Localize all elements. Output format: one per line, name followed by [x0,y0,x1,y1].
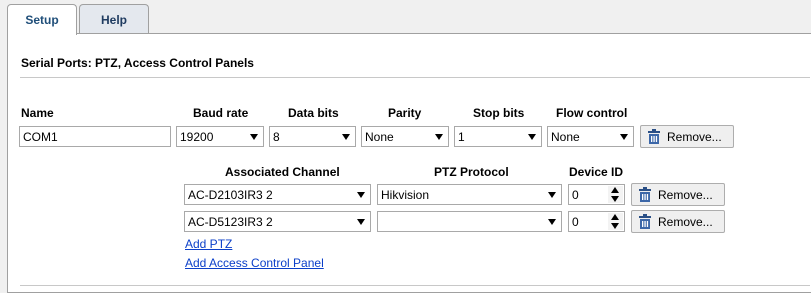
trash-icon [639,187,651,202]
remove-channel-button[interactable]: Remove... [631,183,725,206]
chevron-down-icon [342,134,350,140]
associated-channel-select[interactable]: AC-D5123IR3 2 [184,211,371,232]
device-id-stepper[interactable]: 0 [568,184,625,205]
header-baud-rate: Baud rate [193,106,249,120]
data-bits-value: 8 [273,129,280,144]
associated-channel-select[interactable]: AC-D2103IR3 2 [184,184,371,205]
header-name: Name [21,106,54,120]
parity-select[interactable]: None [361,126,449,147]
port-name-value: COM1 [23,129,58,144]
chevron-down-icon [357,192,365,198]
device-id-stepper[interactable]: 0 [568,211,625,232]
port-name-input[interactable]: COM1 [19,126,171,147]
tab-setup[interactable]: Setup [7,4,77,35]
remove-port-button[interactable]: Remove... [640,125,734,148]
ptz-protocol-select[interactable] [377,211,562,232]
remove-channel-label: Remove... [658,214,713,229]
chevron-down-icon [548,192,556,198]
add-access-control-panel-link[interactable]: Add Access Control Panel [185,256,324,270]
stepper-down-icon[interactable] [608,194,623,203]
section-divider [20,77,810,78]
stop-bits-select[interactable]: 1 [454,126,542,147]
baud-rate-select[interactable]: 19200 [176,126,264,147]
section-title: Serial Ports: PTZ, Access Control Panels [21,56,254,70]
ptz-protocol-select[interactable]: Hikvision [377,184,562,205]
device-id-value: 0 [572,214,579,229]
chevron-down-icon [435,134,443,140]
chevron-down-icon [620,134,628,140]
tab-bar: Setup Help [0,0,811,35]
chevron-down-icon [250,134,258,140]
chevron-down-icon [528,134,536,140]
header-device-id: Device ID [569,165,624,179]
associated-channel-value: AC-D2103IR3 2 [188,187,273,202]
trash-icon [639,214,651,229]
device-id-value: 0 [572,187,579,202]
flow-control-value: None [551,129,580,144]
setup-panel: Serial Ports: PTZ, Access Control Panels… [7,33,811,293]
tab-help[interactable]: Help [79,4,149,34]
stop-bits-value: 1 [458,129,465,144]
chevron-down-icon [357,219,365,225]
flow-control-select[interactable]: None [547,126,634,147]
data-bits-select[interactable]: 8 [269,126,356,147]
baud-rate-value: 19200 [180,129,214,144]
remove-channel-label: Remove... [658,187,713,202]
remove-port-label: Remove... [667,129,722,144]
ptz-protocol-value: Hikvision [381,187,430,202]
chevron-down-icon [548,219,556,225]
header-ptz-protocol: PTZ Protocol [434,165,509,179]
header-associated-channel: Associated Channel [225,165,340,179]
header-data-bits: Data bits [288,106,339,120]
stepper-down-icon[interactable] [608,221,623,230]
header-parity: Parity [388,106,422,120]
trash-icon [648,129,660,144]
header-stop-bits: Stop bits [473,106,525,120]
remove-channel-button[interactable]: Remove... [631,210,725,233]
parity-value: None [365,129,394,144]
bottom-divider [20,285,810,286]
associated-channel-value: AC-D5123IR3 2 [188,214,273,229]
add-ptz-link[interactable]: Add PTZ [185,237,232,251]
header-flow-control: Flow control [556,106,628,120]
